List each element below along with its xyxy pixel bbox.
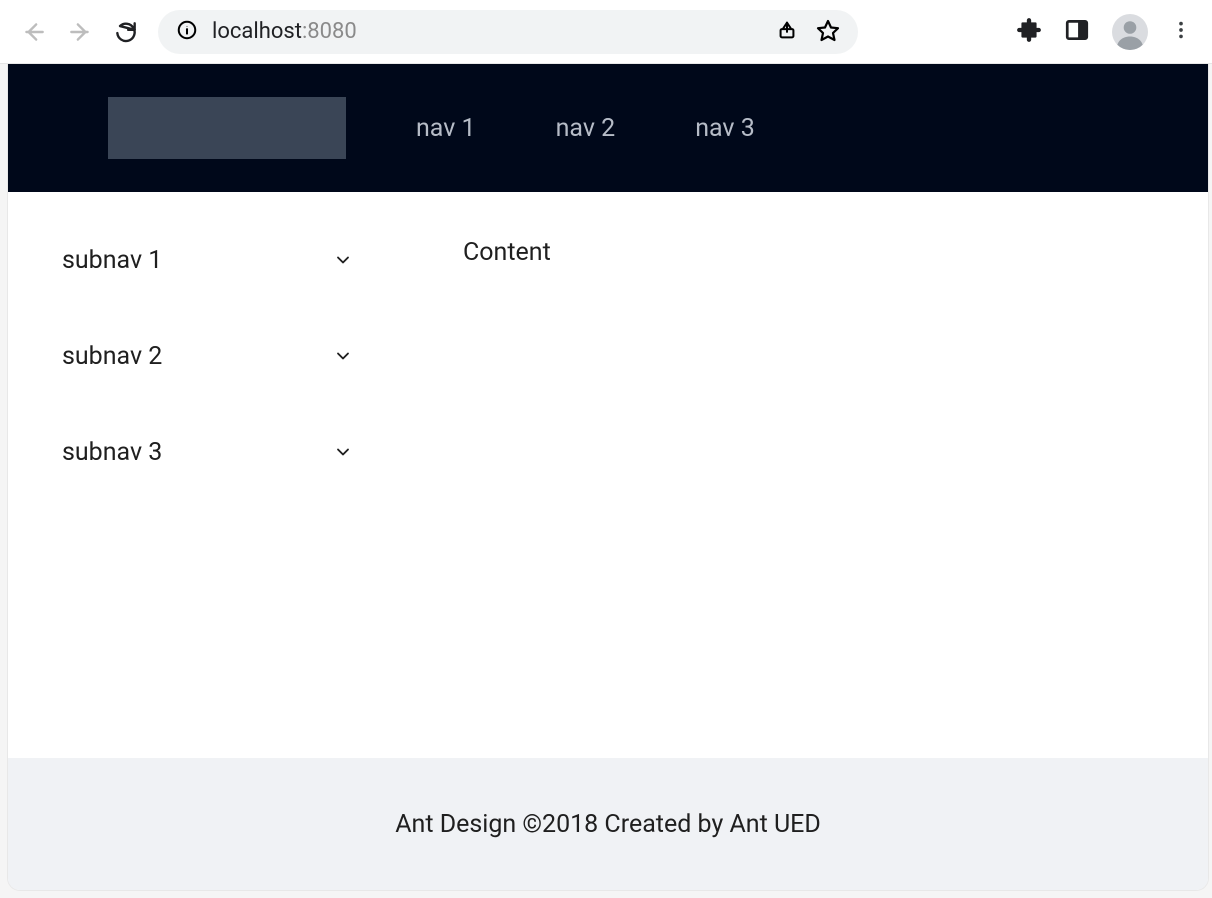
site-info-icon[interactable] [176,19,198,45]
nav-item-2[interactable]: nav 2 [556,114,616,143]
url-host: localhost [212,19,302,44]
arrow-left-icon [21,19,47,45]
browser-menu-button[interactable] [1170,19,1192,45]
kebab-icon [1170,19,1192,41]
share-button[interactable] [776,19,798,45]
subnav-item-3[interactable]: subnav 3 [62,404,373,500]
subnav-label: subnav 2 [62,342,162,371]
browser-toolbar: localhost:8080 [0,0,1212,64]
share-icon [776,19,798,41]
nav-item-3[interactable]: nav 3 [695,114,755,143]
footer-text: Ant Design ©2018 Created by Ant UED [395,810,821,839]
subnav-item-1[interactable]: subnav 1 [62,212,373,308]
chevron-down-icon [333,442,353,462]
app-body: subnav 1 subnav 2 subnav 3 Content [8,192,1208,758]
subnav-label: subnav 1 [62,246,162,275]
chevron-down-icon [333,250,353,270]
extensions-button[interactable] [1016,17,1042,47]
forward-button[interactable] [66,18,94,46]
app-header: nav 1 nav 2 nav 3 [8,64,1208,192]
back-button[interactable] [20,18,48,46]
profile-avatar[interactable] [1112,14,1148,50]
app-footer: Ant Design ©2018 Created by Ant UED [8,758,1208,890]
puzzle-icon [1016,17,1042,43]
content-text: Content [463,238,551,267]
panel-icon [1064,17,1090,43]
page-viewport: nav 1 nav 2 nav 3 subnav 1 subnav 2 subn… [8,64,1208,890]
arrow-right-icon [67,19,93,45]
nav-item-1[interactable]: nav 1 [416,114,476,143]
top-nav: nav 1 nav 2 nav 3 [416,114,755,143]
main-content: Content [403,192,1208,758]
person-icon [1112,14,1148,50]
url-text: localhost:8080 [212,19,357,44]
subnav-label: subnav 3 [62,438,162,467]
chevron-down-icon [333,346,353,366]
info-icon [176,19,198,41]
address-bar[interactable]: localhost:8080 [158,10,858,54]
sidebar: subnav 1 subnav 2 subnav 3 [8,192,403,758]
bookmark-button[interactable] [816,18,840,46]
reload-icon [113,19,139,45]
subnav-item-2[interactable]: subnav 2 [62,308,373,404]
star-icon [816,18,840,42]
panel-button[interactable] [1064,17,1090,47]
logo-placeholder [108,97,346,159]
url-port: :8080 [302,19,357,44]
reload-button[interactable] [112,18,140,46]
